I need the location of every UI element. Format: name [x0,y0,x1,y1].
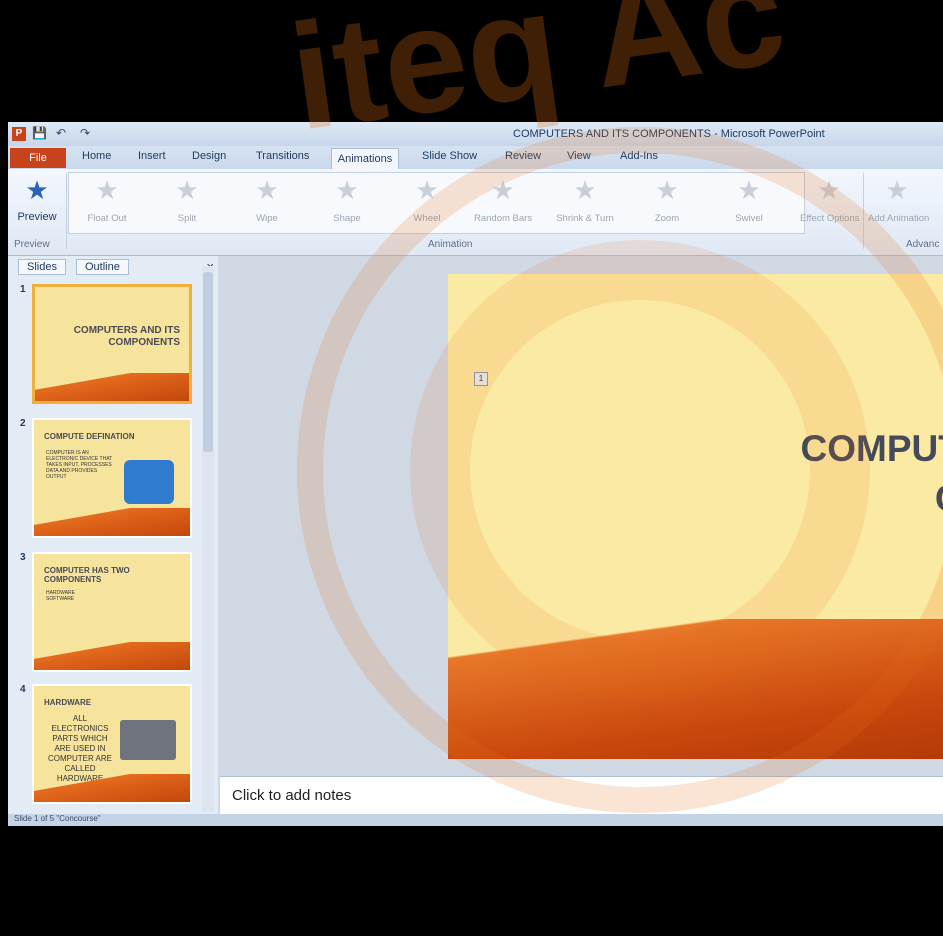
window-title: COMPUTERS AND ITS COMPONENTS - Microsoft… [513,128,825,140]
anim-label: Random Bars [474,213,533,224]
tab-home[interactable]: Home [82,150,111,162]
tab-transitions[interactable]: Transitions [256,150,309,162]
thumb-body: HARDWARE SOFTWARE [46,590,75,602]
star-icon: ★ [885,175,909,205]
anim-label: Wipe [256,213,278,224]
anim-label: Zoom [654,213,680,224]
tab-add-ins[interactable]: Add-Ins [620,150,658,162]
status-text: Slide 1 of 5 "Concourse" [14,814,101,823]
thumb-band [34,774,190,802]
anim-wipe[interactable]: ★ Wipe [238,175,296,224]
anim-random-bars[interactable]: ★ Random Bars [474,175,532,224]
slide-thumbnail[interactable]: COMPUTERS AND ITS COMPONENTS [32,284,192,404]
tab-slide-show[interactable]: Slide Show [422,150,477,162]
preview-label: Preview [17,211,57,223]
thumb-band [34,508,190,536]
notes-placeholder: Click to add notes [232,787,352,804]
divider [66,173,67,249]
tab-animations[interactable]: Animations [331,148,399,170]
anim-wheel[interactable]: ★ Wheel [398,175,456,224]
effect-options-button[interactable]: ★ Effect Options [800,175,860,224]
tab-slides[interactable]: Slides [18,259,66,275]
slide-orange-band [448,619,943,759]
anim-label: Float Out [87,213,127,224]
thumb-body: COMPUTER IS AN ELECTRONIC DEVICE THAT TA… [46,450,113,480]
scrollbar-thumb[interactable] [203,272,213,452]
star-icon: ★ [655,175,679,205]
title-bar: P 💾 ↶ ↷ COMPUTERS AND ITS COMPONENTS - M… [8,122,943,146]
star-icon: ★ [573,175,597,205]
preview-group-label: Preview [14,239,50,250]
slide-title-line-2: COMPONE [935,478,943,519]
ribbon-tabs: File Home Insert Design Transitions Anim… [8,146,943,170]
preview-button[interactable]: ★ Preview [8,175,66,223]
undo-icon[interactable]: ↶ [56,126,66,140]
anim-float-out[interactable]: ★ Float Out [78,175,136,224]
thumb-title: COMPUTE DEFINATION [44,432,135,441]
thumb-band [35,373,189,401]
star-icon: ★ [95,175,119,205]
tab-insert[interactable]: Insert [138,150,166,162]
anim-label: Shape [333,213,361,224]
animation-group-label: Animation [428,239,473,250]
computer-icon [124,460,174,504]
thumb-number: 2 [20,418,26,429]
save-icon[interactable]: 💾 [32,126,47,140]
anim-label: Shrink & Turn [556,213,614,224]
advanced-group-label: Advanc [906,239,940,250]
tab-review[interactable]: Review [505,150,541,162]
thumb-title: COMPUTER HAS TWO COMPONENTS [44,566,130,584]
add-animation-label: Add Animation [868,213,930,224]
anim-label: Split [177,213,197,224]
anim-zoom[interactable]: ★ Zoom [638,175,696,224]
anim-label: Swivel [735,213,763,224]
anim-label: Wheel [413,213,441,224]
preview-star-icon: ★ [25,175,49,205]
redo-icon[interactable]: ↷ [80,126,90,140]
star-icon: ★ [335,175,359,205]
star-icon: ★ [491,175,515,205]
add-animation-button[interactable]: ★ Add Animation [868,175,930,224]
slide-canvas[interactable]: 1 COMPUTERS AND COMPONE [448,274,943,759]
anim-shape[interactable]: ★ Shape [318,175,376,224]
star-icon: ★ [175,175,199,205]
thumb-number: 1 [20,284,26,295]
star-icon: ★ [415,175,439,205]
tab-outline[interactable]: Outline [76,259,129,275]
divider [863,173,864,249]
scrollbar[interactable] [202,266,214,811]
slide-title[interactable]: COMPUTERS AND COMPONE [526,424,943,524]
animation-marker[interactable]: 1 [474,372,488,386]
tab-view[interactable]: View [567,150,591,162]
tab-file[interactable]: File [10,148,66,168]
thumb-number: 4 [20,684,26,695]
anim-split[interactable]: ★ Split [158,175,216,224]
powerpoint-window: P 💾 ↶ ↷ COMPUTERS AND ITS COMPONENTS - M… [8,122,943,826]
effect-options-label: Effect Options [800,213,860,224]
slide-title-line-1: COMPUTERS AND [800,428,943,469]
star-icon: ★ [255,175,279,205]
star-icon: ★ [737,175,761,205]
thumb-band [34,642,190,670]
computer-icon [120,720,176,760]
slide-thumbnail[interactable]: HARDWARE ALL ELECTRONICS PARTS WHICH ARE… [32,684,192,804]
slide-thumbnail[interactable]: COMPUTE DEFINATION COMPUTER IS AN ELECTR… [32,418,192,538]
tab-design[interactable]: Design [192,150,226,162]
anim-swivel[interactable]: ★ Swivel [720,175,778,224]
slides-panel: Slides Outline × 1 COMPUTERS AND ITS COM… [8,256,218,814]
slide-editor: 1 COMPUTERS AND COMPONE [220,256,943,814]
status-bar: Slide 1 of 5 "Concourse" [8,814,943,826]
ribbon: ★ Preview Preview ★ Float Out ★ Split ★ Wip… [8,169,943,256]
anim-shrink-turn[interactable]: ★ Shrink & Turn [556,175,614,224]
thumb-number: 3 [20,552,26,563]
star-icon: ★ [817,175,841,205]
slide-thumbnail[interactable]: COMPUTER HAS TWO COMPONENTS HARDWARE SOF… [32,552,192,672]
notes-pane[interactable]: Click to add notes [220,776,943,815]
powerpoint-logo-icon[interactable]: P [12,127,26,141]
thumb-title: COMPUTERS AND ITS COMPONENTS [73,325,180,348]
thumb-title: HARDWARE [44,698,92,707]
